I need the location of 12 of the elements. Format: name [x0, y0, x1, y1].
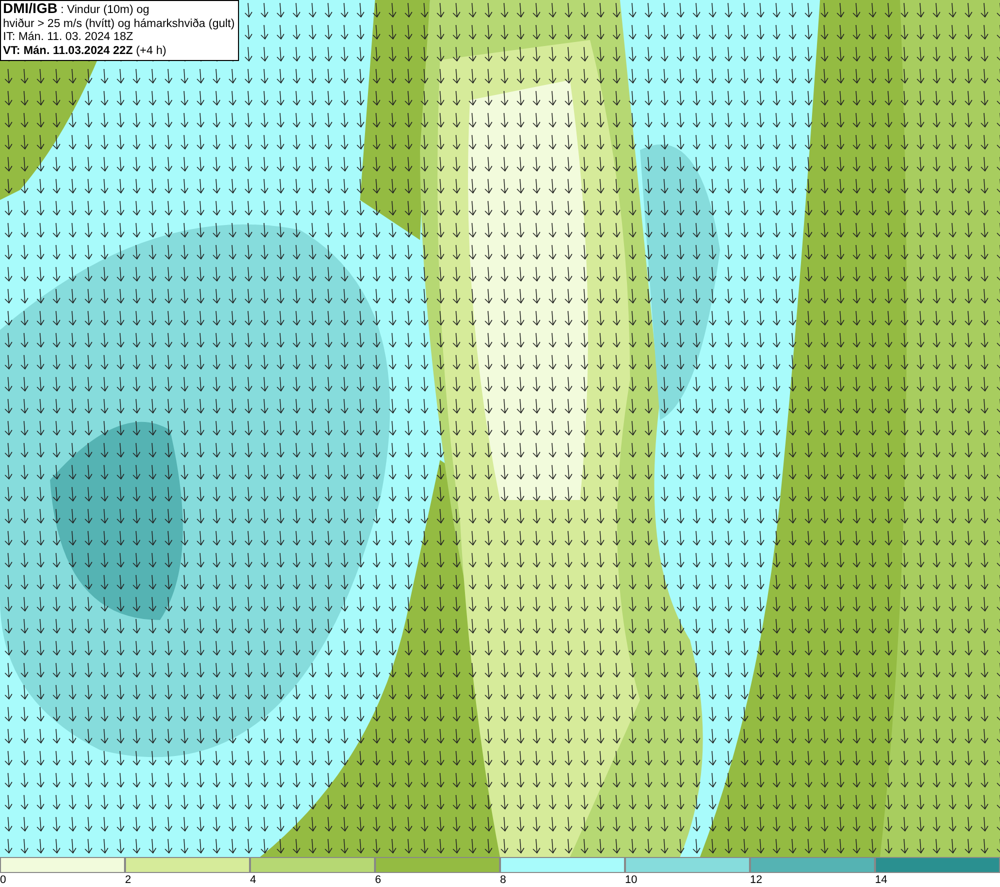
map-info-text: VT: Mán. 11.03.2024 22Z (+4 h) [3, 44, 168, 58]
legend-tick-label: 0 [0, 873, 6, 887]
legend-tick-label: 4 [250, 873, 256, 887]
map-info-text: IT: Mán. 11. 03. 2024 18Z [3, 31, 134, 44]
legend-tick-label: 6 [375, 873, 382, 887]
legend-tick-label: 2 [125, 873, 132, 887]
map-info-text: hviður > 25 m/s (hvítt) og hámarkshviða (gult) [3, 18, 235, 31]
legend-tick-label: 8 [500, 873, 506, 887]
legend-tick-label: 14 [875, 873, 888, 887]
legend-tick-label: 12 [750, 873, 762, 887]
map-info-text: DMI/IGB : Vindur (10m) og [3, 2, 150, 18]
legend-tick-label: 10 [625, 873, 638, 887]
